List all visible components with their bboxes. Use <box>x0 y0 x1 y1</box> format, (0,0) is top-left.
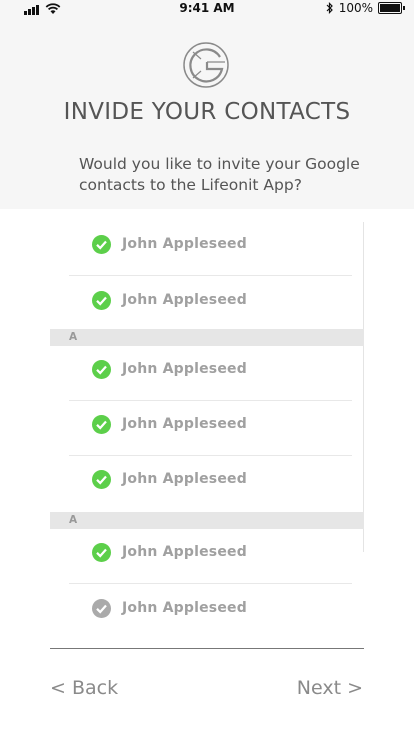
contact-row[interactable]: John Appleseed <box>50 278 364 332</box>
check-icon[interactable] <box>92 415 111 434</box>
contact-name: John Appleseed <box>122 292 247 308</box>
contact-name: John Appleseed <box>122 471 247 487</box>
page-title: INVIDE YOUR CONTACTS <box>63 99 351 125</box>
back-button[interactable]: < Back <box>50 677 118 699</box>
contact-name: John Appleseed <box>122 416 247 432</box>
contact-list[interactable]: John Appleseed John Appleseed A John App… <box>50 222 364 642</box>
status-bar: 9:41 AM 100% <box>0 0 414 18</box>
check-icon[interactable] <box>92 360 111 379</box>
check-icon[interactable] <box>92 470 111 489</box>
contact-name: John Appleseed <box>122 361 247 377</box>
contact-name: John Appleseed <box>122 544 247 560</box>
contact-row[interactable]: John Appleseed <box>50 222 364 276</box>
contact-name: John Appleseed <box>122 600 247 616</box>
contact-name: John Appleseed <box>122 236 247 252</box>
status-right: 100% <box>326 1 405 15</box>
check-icon[interactable] <box>92 291 111 310</box>
page-subtitle: Would you like to invite your Google con… <box>79 155 360 194</box>
contact-row[interactable]: John Appleseed <box>50 347 364 401</box>
next-button[interactable]: Next > <box>297 677 363 699</box>
bluetooth-icon <box>326 2 333 14</box>
contact-row[interactable]: John Appleseed <box>50 402 364 456</box>
check-icon-unselected[interactable] <box>92 599 111 618</box>
check-icon[interactable] <box>92 543 111 562</box>
contact-row[interactable]: John Appleseed <box>50 457 364 511</box>
row-divider <box>69 583 352 584</box>
row-divider <box>69 275 352 276</box>
header: INVIDE YOUR CONTACTS Would you like to i… <box>0 18 414 209</box>
google-g-icon <box>183 42 229 88</box>
section-header: A <box>50 512 364 529</box>
check-icon[interactable] <box>92 235 111 254</box>
footer-divider <box>50 648 364 649</box>
contact-row[interactable]: John Appleseed <box>50 530 364 584</box>
battery-percent: 100% <box>338 1 373 15</box>
battery-icon <box>378 2 405 14</box>
row-divider <box>69 455 352 456</box>
contact-row[interactable]: John Appleseed <box>50 586 364 640</box>
section-header: A <box>50 329 364 346</box>
row-divider <box>69 400 352 401</box>
